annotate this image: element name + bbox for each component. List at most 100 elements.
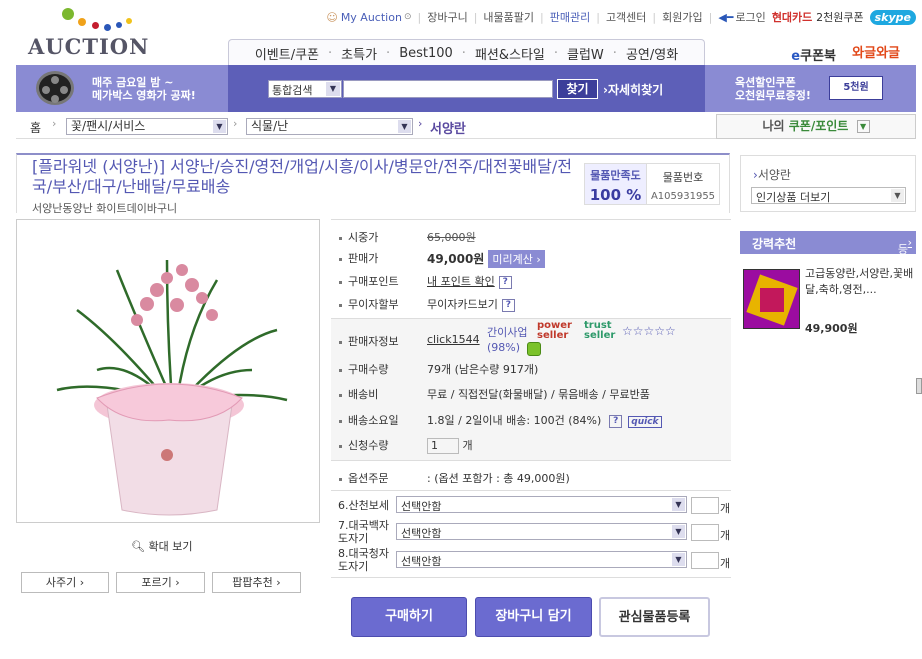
- installment-link[interactable]: 무이자카드보기: [427, 298, 498, 311]
- breadcrumb-current: 서양란: [430, 122, 466, 137]
- megabox-banner-line2: 메가박스 영화가 공짜!: [92, 89, 196, 102]
- option-1-select[interactable]: 선택안함 ▼: [396, 496, 687, 513]
- customer-center-link[interactable]: 고객센터: [606, 9, 646, 25]
- breadcrumb-separator: ›: [418, 117, 423, 130]
- price-label: 판매가: [348, 252, 379, 265]
- nav-best100[interactable]: Best100: [399, 46, 453, 61]
- breadcrumb-level2-select[interactable]: 식물/난 ▼: [246, 118, 413, 135]
- chevron-down-icon: ▼: [891, 189, 904, 202]
- option-2-qty[interactable]: [691, 524, 719, 541]
- my-coupon-point-button[interactable]: 나의 쿠폰/포인트 ▼: [716, 114, 916, 139]
- search-category-value: 통합검색: [272, 84, 313, 97]
- auction-logo[interactable]: AUCTION: [28, 34, 149, 59]
- help-icon[interactable]: ?: [498, 275, 512, 289]
- recommend-thumbnail[interactable]: [743, 269, 800, 329]
- option-3-unit: 개: [720, 557, 731, 570]
- quick-badge: quick: [628, 416, 662, 428]
- recommend-label: 팝팝추천: [232, 576, 273, 589]
- chevron-down-icon: ▼: [672, 553, 685, 566]
- orchid-pot-image: [56, 259, 288, 516]
- breadcrumb-level1-select[interactable]: 꽃/팬시/서비스 ▼: [66, 118, 228, 135]
- nav-club-w[interactable]: 클럽W: [567, 44, 604, 63]
- ecoupon-link[interactable]: e쿠폰북: [791, 45, 836, 64]
- request-qty-input[interactable]: 1: [427, 438, 459, 454]
- sales-manage-link[interactable]: 판매관리: [550, 9, 590, 25]
- cart-link[interactable]: 장바구니: [427, 9, 467, 25]
- user-icon: ☺: [326, 10, 338, 24]
- add-to-cart-button[interactable]: 장바구니 담기: [475, 597, 592, 637]
- product-subtitle: 서양난동양난 화이트데이바구니: [32, 202, 178, 215]
- shipping-label: 배송비: [348, 388, 379, 401]
- option-1-unit: 개: [720, 502, 731, 515]
- hyundai-card-coupon-text: 2천원쿠폰: [816, 11, 864, 24]
- coupon-banner[interactable]: 옥션할인쿠폰 오천원무료증정!: [705, 65, 916, 112]
- satisfaction-value: 100 %: [589, 186, 642, 204]
- list-price-label: 시중가: [348, 231, 379, 244]
- hyundai-card-coupon-link[interactable]: 현대카드 2천원쿠폰: [772, 9, 864, 25]
- my-point-link[interactable]: 내 포인트 확인: [427, 275, 495, 288]
- login-link[interactable]: 로그인: [735, 9, 765, 25]
- option-1-qty[interactable]: [691, 497, 719, 514]
- search-input[interactable]: [343, 80, 553, 98]
- nav-super-sale[interactable]: 초특가: [341, 44, 377, 63]
- buy-button[interactable]: 구매하기: [351, 597, 467, 637]
- option-2-select[interactable]: 선택안함 ▼: [396, 523, 687, 540]
- skype-logo[interactable]: skype: [869, 9, 916, 25]
- search-category-select[interactable]: 통합검색 ▼: [268, 80, 342, 98]
- option-3-label: 8.대국청자도자기: [338, 547, 389, 573]
- favorite-button[interactable]: 관심물품등록: [599, 597, 710, 637]
- zoom-link[interactable]: 🔍︎ 확대 보기: [131, 538, 192, 554]
- signup-link[interactable]: 회원가입: [662, 9, 702, 25]
- register-link[interactable]: › 등록하기: [898, 236, 912, 304]
- coupon-5000-badge: 5천원: [829, 76, 883, 100]
- item-number: 물품번호 A105931955: [650, 169, 716, 202]
- pre-calc-label: 미리계산: [492, 253, 533, 266]
- chevron-down-icon[interactable]: ⊙: [404, 12, 412, 22]
- trust-seller-badge: trust seller: [584, 320, 616, 341]
- seller-rating-stars: ☆☆☆☆☆: [622, 324, 676, 338]
- power-seller-badge: power seller: [537, 320, 572, 341]
- nav-fashion[interactable]: 패션&스타일: [475, 44, 545, 63]
- option-3-value: 선택안함: [401, 555, 442, 568]
- detail-divider: [331, 219, 731, 220]
- chevron-down-icon: ▼: [398, 120, 411, 133]
- option-3-qty[interactable]: [691, 552, 719, 569]
- detail-divider: [331, 460, 731, 461]
- seller-label: 판매자정보: [348, 335, 399, 348]
- option-1-value: 선택안함: [401, 500, 442, 513]
- help-icon[interactable]: ?: [609, 414, 623, 428]
- recommend-item-desc[interactable]: 고급동양란,서양란,꽃배달,축하,영전,...: [805, 266, 915, 298]
- option-3-select[interactable]: 선택안함 ▼: [396, 551, 687, 568]
- chevron-down-icon: ▼: [672, 525, 685, 538]
- chevron-down-icon: ▼: [672, 498, 685, 511]
- seller-grade-label: 간이사업: [487, 326, 528, 339]
- category-box: ›서양란 인기상품 더보기 ▼: [740, 155, 916, 212]
- ecoupon-prefix: e: [791, 49, 801, 64]
- product-image[interactable]: [16, 219, 320, 523]
- scrollbar-thumb[interactable]: [916, 378, 922, 394]
- breadcrumb-level2-value: 식물/난: [251, 119, 289, 133]
- forward-button[interactable]: 포르기 ›: [116, 572, 205, 593]
- detail-search-link[interactable]: ›자세히찾기: [603, 81, 663, 98]
- delivery-value: 1.8일 / 2일이내 배송: 100건 (84%): [427, 414, 602, 427]
- sell-link[interactable]: 내물품팔기: [483, 9, 534, 25]
- buy-for-button[interactable]: 사주기 ›: [21, 572, 109, 593]
- walkwa-logo[interactable]: 와글와글: [852, 42, 900, 61]
- recommend-button[interactable]: 팝팝추천 ›: [212, 572, 301, 593]
- help-icon[interactable]: ?: [501, 298, 515, 312]
- seller-id-link[interactable]: click1544: [427, 333, 480, 346]
- price-value: 49,000원: [427, 252, 485, 266]
- seller-grade: 간이사업 (98%): [487, 325, 527, 355]
- my-auction-link[interactable]: My Auction: [341, 11, 402, 24]
- search-button[interactable]: 찾기: [557, 79, 598, 99]
- nav-performance[interactable]: 공연/영화: [626, 44, 678, 63]
- pre-calc-button[interactable]: 미리계산 ›: [488, 250, 545, 268]
- breadcrumb-home[interactable]: 홈: [30, 119, 41, 136]
- megabox-banner[interactable]: 매주 금요일 밤 ~ 메가박스 영화가 공짜!: [16, 65, 228, 112]
- popular-items-select[interactable]: 인기상품 더보기 ▼: [751, 187, 906, 204]
- forward-label: 포르기: [141, 576, 172, 589]
- category-label: ›서양란: [753, 168, 791, 182]
- nav-event-coupon[interactable]: 이벤트/쿠폰: [255, 44, 319, 63]
- coupon-banner-line2: 오천원무료증정!: [735, 89, 811, 102]
- option-2-value: 선택안함: [401, 527, 442, 540]
